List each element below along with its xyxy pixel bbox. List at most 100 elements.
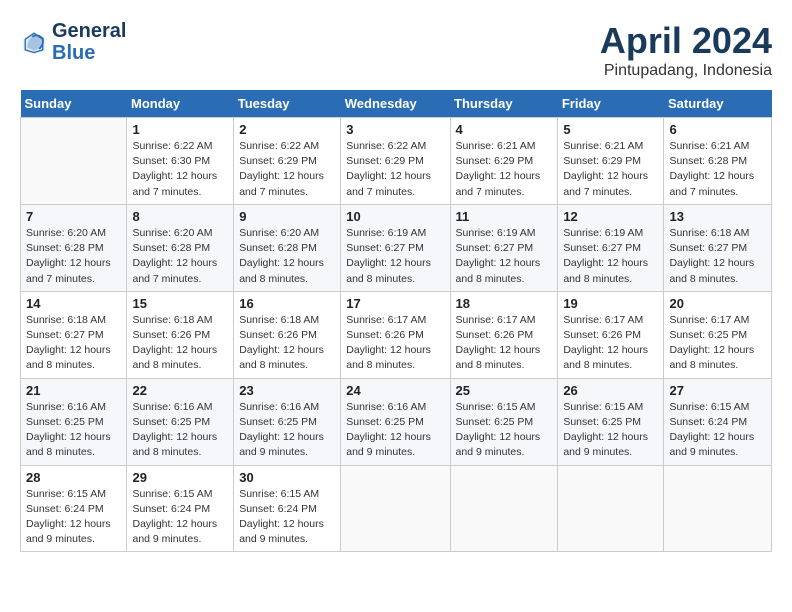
col-header-monday: Monday [127, 90, 234, 118]
day-number: 23 [239, 383, 335, 398]
day-info: Sunrise: 6:19 AMSunset: 6:27 PMDaylight:… [346, 226, 444, 287]
day-cell: 25 Sunrise: 6:15 AMSunset: 6:25 PMDayligh… [450, 378, 558, 465]
day-info: Sunrise: 6:18 AMSunset: 6:26 PMDaylight:… [132, 313, 228, 374]
col-header-thursday: Thursday [450, 90, 558, 118]
day-number: 21 [26, 383, 121, 398]
day-cell: 10 Sunrise: 6:19 AMSunset: 6:27 PMDayligh… [341, 204, 450, 291]
day-number: 28 [26, 470, 121, 485]
week-row-3: 14 Sunrise: 6:18 AMSunset: 6:27 PMDayligh… [21, 291, 772, 378]
day-number: 2 [239, 122, 335, 137]
day-info: Sunrise: 6:21 AMSunset: 6:29 PMDaylight:… [456, 139, 553, 200]
day-number: 18 [456, 296, 553, 311]
col-header-wednesday: Wednesday [341, 90, 450, 118]
day-info: Sunrise: 6:21 AMSunset: 6:29 PMDaylight:… [563, 139, 658, 200]
day-number: 26 [563, 383, 658, 398]
day-info: Sunrise: 6:15 AMSunset: 6:24 PMDaylight:… [132, 487, 228, 548]
page-header: General Blue April 2024 Pintupadang, Ind… [20, 20, 772, 80]
day-cell [450, 465, 558, 552]
day-cell: 2 Sunrise: 6:22 AMSunset: 6:29 PMDaylight… [234, 118, 341, 205]
day-number: 5 [563, 122, 658, 137]
day-number: 24 [346, 383, 444, 398]
logo-icon [20, 28, 48, 56]
week-row-4: 21 Sunrise: 6:16 AMSunset: 6:25 PMDayligh… [21, 378, 772, 465]
day-number: 14 [26, 296, 121, 311]
day-cell: 29 Sunrise: 6:15 AMSunset: 6:24 PMDayligh… [127, 465, 234, 552]
day-info: Sunrise: 6:22 AMSunset: 6:29 PMDaylight:… [346, 139, 444, 200]
day-info: Sunrise: 6:22 AMSunset: 6:30 PMDaylight:… [132, 139, 228, 200]
day-cell: 14 Sunrise: 6:18 AMSunset: 6:27 PMDayligh… [21, 291, 127, 378]
week-row-2: 7 Sunrise: 6:20 AMSunset: 6:28 PMDaylight… [21, 204, 772, 291]
day-number: 30 [239, 470, 335, 485]
day-number: 19 [563, 296, 658, 311]
day-number: 29 [132, 470, 228, 485]
day-cell: 5 Sunrise: 6:21 AMSunset: 6:29 PMDaylight… [558, 118, 664, 205]
logo: General Blue [20, 20, 126, 64]
day-info: Sunrise: 6:15 AMSunset: 6:25 PMDaylight:… [563, 400, 658, 461]
logo-text-line2: Blue [52, 42, 126, 64]
logo-text-line1: General [52, 20, 126, 42]
day-number: 7 [26, 209, 121, 224]
day-number: 22 [132, 383, 228, 398]
day-info: Sunrise: 6:16 AMSunset: 6:25 PMDaylight:… [26, 400, 121, 461]
day-cell: 16 Sunrise: 6:18 AMSunset: 6:26 PMDayligh… [234, 291, 341, 378]
day-info: Sunrise: 6:19 AMSunset: 6:27 PMDaylight:… [563, 226, 658, 287]
day-cell: 21 Sunrise: 6:16 AMSunset: 6:25 PMDayligh… [21, 378, 127, 465]
day-number: 10 [346, 209, 444, 224]
day-info: Sunrise: 6:17 AMSunset: 6:26 PMDaylight:… [563, 313, 658, 374]
day-number: 20 [669, 296, 766, 311]
day-cell: 7 Sunrise: 6:20 AMSunset: 6:28 PMDaylight… [21, 204, 127, 291]
day-info: Sunrise: 6:18 AMSunset: 6:27 PMDaylight:… [26, 313, 121, 374]
day-number: 16 [239, 296, 335, 311]
day-cell: 4 Sunrise: 6:21 AMSunset: 6:29 PMDaylight… [450, 118, 558, 205]
day-cell: 28 Sunrise: 6:15 AMSunset: 6:24 PMDayligh… [21, 465, 127, 552]
day-number: 3 [346, 122, 444, 137]
week-row-5: 28 Sunrise: 6:15 AMSunset: 6:24 PMDayligh… [21, 465, 772, 552]
col-header-tuesday: Tuesday [234, 90, 341, 118]
day-number: 13 [669, 209, 766, 224]
day-info: Sunrise: 6:18 AMSunset: 6:26 PMDaylight:… [239, 313, 335, 374]
day-info: Sunrise: 6:17 AMSunset: 6:26 PMDaylight:… [456, 313, 553, 374]
day-cell [341, 465, 450, 552]
day-info: Sunrise: 6:19 AMSunset: 6:27 PMDaylight:… [456, 226, 553, 287]
day-info: Sunrise: 6:16 AMSunset: 6:25 PMDaylight:… [346, 400, 444, 461]
day-info: Sunrise: 6:20 AMSunset: 6:28 PMDaylight:… [26, 226, 121, 287]
day-number: 17 [346, 296, 444, 311]
day-cell: 17Sunrise: 6:17 AMSunset: 6:26 PMDayligh… [341, 291, 450, 378]
day-info: Sunrise: 6:15 AMSunset: 6:24 PMDaylight:… [26, 487, 121, 548]
day-number: 4 [456, 122, 553, 137]
day-number: 11 [456, 209, 553, 224]
week-row-1: 1Sunrise: 6:22 AMSunset: 6:30 PMDaylight… [21, 118, 772, 205]
day-info: Sunrise: 6:15 AMSunset: 6:25 PMDaylight:… [456, 400, 553, 461]
day-cell: 19 Sunrise: 6:17 AMSunset: 6:26 PMDayligh… [558, 291, 664, 378]
day-cell: 6Sunrise: 6:21 AMSunset: 6:28 PMDaylight… [664, 118, 772, 205]
month-title: April 2024 [600, 20, 772, 62]
day-cell: 22 Sunrise: 6:16 AMSunset: 6:25 PMDayligh… [127, 378, 234, 465]
header-row: SundayMondayTuesdayWednesdayThursdayFrid… [21, 90, 772, 118]
day-info: Sunrise: 6:15 AMSunset: 6:24 PMDaylight:… [239, 487, 335, 548]
day-info: Sunrise: 6:15 AMSunset: 6:24 PMDaylight:… [669, 400, 766, 461]
day-info: Sunrise: 6:16 AMSunset: 6:25 PMDaylight:… [132, 400, 228, 461]
col-header-friday: Friday [558, 90, 664, 118]
day-cell [21, 118, 127, 205]
day-info: Sunrise: 6:17 AMSunset: 6:25 PMDaylight:… [669, 313, 766, 374]
day-number: 8 [132, 209, 228, 224]
day-number: 25 [456, 383, 553, 398]
day-cell: 12 Sunrise: 6:19 AMSunset: 6:27 PMDayligh… [558, 204, 664, 291]
day-cell: 3 Sunrise: 6:22 AMSunset: 6:29 PMDaylight… [341, 118, 450, 205]
day-number: 15 [132, 296, 228, 311]
day-cell: 24 Sunrise: 6:16 AMSunset: 6:25 PMDayligh… [341, 378, 450, 465]
day-cell: 9Sunrise: 6:20 AMSunset: 6:28 PMDaylight… [234, 204, 341, 291]
day-cell: 8Sunrise: 6:20 AMSunset: 6:28 PMDaylight… [127, 204, 234, 291]
day-cell: 15 Sunrise: 6:18 AMSunset: 6:26 PMDayligh… [127, 291, 234, 378]
day-info: Sunrise: 6:20 AMSunset: 6:28 PMDaylight:… [239, 226, 335, 287]
day-info: Sunrise: 6:18 AMSunset: 6:27 PMDaylight:… [669, 226, 766, 287]
day-cell: 13 Sunrise: 6:18 AMSunset: 6:27 PMDayligh… [664, 204, 772, 291]
location: Pintupadang, Indonesia [600, 62, 772, 80]
calendar-table: SundayMondayTuesdayWednesdayThursdayFrid… [20, 90, 772, 552]
day-cell [558, 465, 664, 552]
day-cell: 20 Sunrise: 6:17 AMSunset: 6:25 PMDayligh… [664, 291, 772, 378]
day-cell: 23Sunrise: 6:16 AMSunset: 6:25 PMDayligh… [234, 378, 341, 465]
day-cell: 30 Sunrise: 6:15 AMSunset: 6:24 PMDayligh… [234, 465, 341, 552]
day-info: Sunrise: 6:22 AMSunset: 6:29 PMDaylight:… [239, 139, 335, 200]
day-number: 12 [563, 209, 658, 224]
